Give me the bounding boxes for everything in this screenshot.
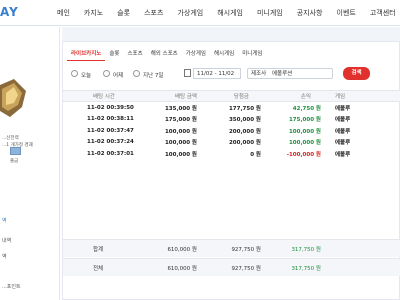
rank-emblem-icon bbox=[0, 79, 26, 117]
row-profit-loss: 100,000 원 bbox=[288, 140, 321, 147]
row-profit-loss: -100,000 원 bbox=[286, 151, 321, 158]
summary-label: 전체 bbox=[93, 265, 104, 272]
row-bet-time: 11-02 00:37:47 bbox=[87, 127, 134, 134]
tab-live-casino[interactable]: 라이브카지노 bbox=[67, 47, 106, 61]
summary-row-all: 전체 610,000 원 927,750 원 317,750 원 bbox=[63, 258, 400, 276]
betting-history-card: 라이브카지노 슬롯 스포츠 해외 스포츠 가상게임 해시게임 미니게임 오늘 어… bbox=[62, 41, 400, 300]
tab-sports[interactable]: 스포츠 bbox=[124, 47, 147, 61]
table-row: 11-02 00:38:11 175,000 원 350,000 원 175,000 … bbox=[63, 114, 400, 126]
row-bet-amount: 100,000 원 bbox=[164, 151, 197, 158]
table-row: 11-02 00:37:24 100,000 원 200,000 원 100,000 … bbox=[63, 137, 400, 149]
withdraw-label[interactable]: 출금 bbox=[10, 158, 18, 164]
nav-events[interactable]: 이벤트 bbox=[330, 0, 363, 26]
nav-hash-games[interactable]: 해시게임 bbox=[210, 0, 250, 26]
radio-yesterday-label[interactable]: 어제 bbox=[113, 71, 123, 79]
nav-support[interactable]: 고객센터 bbox=[363, 0, 400, 26]
summary-win: 927,750 원 bbox=[231, 246, 261, 253]
row-profit-loss: 100,000 원 bbox=[288, 128, 321, 135]
row-winnings: 350,000 원 bbox=[228, 117, 261, 124]
nav-notice[interactable]: 공지사항 bbox=[290, 0, 330, 26]
nav-casino[interactable]: 카지노 bbox=[77, 0, 110, 26]
tab-slot[interactable]: 슬롯 bbox=[105, 47, 123, 61]
row-bet-amount: 135,000 원 bbox=[164, 105, 197, 112]
summary-bet: 610,000 원 bbox=[167, 246, 197, 253]
row-bet-amount: 175,000 원 bbox=[164, 117, 197, 124]
provider-field[interactable]: 제조사 에볼루션 bbox=[247, 68, 333, 79]
row-game: 에볼루 bbox=[335, 140, 351, 147]
row-game: 에볼루 bbox=[335, 151, 351, 158]
row-bet-time: 11-02 00:39:50 bbox=[87, 104, 134, 111]
row-winnings: 177,750 원 bbox=[228, 105, 261, 112]
sidebar-user-line1: ...신전력 bbox=[2, 136, 19, 141]
header-winnings: 당첨금 bbox=[233, 94, 249, 100]
table-row: 11-02 00:37:01 100,000 원 0 원 -100,000 원 에볼루 bbox=[63, 148, 400, 160]
nav-sports[interactable]: 스포츠 bbox=[137, 0, 170, 26]
row-bet-time: 11-02 00:37:01 bbox=[87, 150, 134, 157]
provider-label: 제조사 bbox=[251, 71, 267, 77]
row-bet-time: 11-02 00:38:11 bbox=[87, 116, 134, 123]
header-bet-amount: 배팅 금액 bbox=[175, 94, 197, 100]
top-navigation: AY 메인 카지노 슬롯 스포츠 가상게임 해시게임 미니게임 공지사항 이벤트… bbox=[0, 0, 400, 26]
site-logo[interactable]: AY bbox=[0, 5, 19, 19]
radio-yesterday[interactable] bbox=[103, 70, 110, 77]
row-bet-time: 11-02 00:37:24 bbox=[87, 139, 134, 146]
provider-value: 에볼루션 bbox=[272, 71, 293, 77]
row-game: 에볼루 bbox=[335, 128, 351, 135]
sidebar-menu-2[interactable]: 내역 bbox=[2, 237, 11, 244]
row-bet-amount: 100,000 원 bbox=[164, 128, 197, 135]
row-winnings: 200,000 원 bbox=[228, 140, 261, 147]
table-body: 11-02 00:39:50 135,000 원 177,750 원 42,750 원… bbox=[63, 102, 400, 160]
tab-virtual-games[interactable]: 가상게임 bbox=[182, 47, 210, 61]
radio-last-7-days-label[interactable]: 지난 7일 bbox=[143, 71, 163, 79]
tab-mini-games[interactable]: 미니게임 bbox=[238, 47, 266, 61]
row-winnings: 200,000 원 bbox=[228, 128, 261, 135]
table-header: 배팅 시간 배팅 금액 당첨금 손익 게임 bbox=[63, 90, 400, 102]
row-bet-amount: 100,000 원 bbox=[164, 140, 197, 147]
summary-row-total: 합계 610,000 원 927,750 원 317,750 원 bbox=[63, 239, 400, 257]
row-game: 에볼루 bbox=[335, 105, 351, 112]
header-game: 게임 bbox=[335, 94, 346, 100]
tab-hash-games[interactable]: 해시게임 bbox=[210, 47, 238, 61]
radio-last-7-days[interactable] bbox=[133, 70, 140, 77]
summary-pnl: 317,750 원 bbox=[291, 246, 321, 253]
sidebar-menu-1[interactable]: 역 bbox=[2, 217, 7, 224]
header-profit-loss: 손익 bbox=[300, 94, 311, 100]
summary-win: 927,750 원 bbox=[231, 265, 261, 272]
summary-pnl: 317,750 원 bbox=[291, 265, 321, 272]
withdraw-icon[interactable] bbox=[10, 147, 21, 155]
main-menu: 메인 카지노 슬롯 스포츠 가상게임 해시게임 미니게임 공지사항 이벤트 고객… bbox=[50, 0, 400, 26]
nav-virtual-games[interactable]: 가상게임 bbox=[170, 0, 210, 26]
radio-today-label[interactable]: 오늘 bbox=[81, 71, 91, 79]
nav-mini-games[interactable]: 미니게임 bbox=[250, 0, 290, 26]
nav-slot[interactable]: 슬롯 bbox=[110, 0, 137, 26]
betting-table: 배팅 시간 배팅 금액 당첨금 손익 게임 11-02 00:39:50 135,… bbox=[63, 90, 400, 160]
date-range-input[interactable]: 11/02 - 11/02 bbox=[193, 68, 241, 79]
row-profit-loss: 175,000 원 bbox=[288, 117, 321, 124]
row-game: 에볼루 bbox=[335, 117, 351, 124]
filter-bar: 오늘 어제 지난 7일 11/02 - 11/02 제조사 에볼루션 검색 bbox=[67, 67, 397, 82]
summary-label: 합계 bbox=[93, 246, 104, 253]
game-tabs: 라이브카지노 슬롯 스포츠 해외 스포츠 가상게임 해시게임 미니게임 bbox=[67, 47, 267, 61]
calendar-icon[interactable] bbox=[184, 69, 191, 77]
row-profit-loss: 42,750 원 bbox=[292, 105, 321, 112]
header-bet-time: 배팅 시간 bbox=[93, 94, 115, 100]
row-winnings: 0 원 bbox=[250, 151, 261, 158]
nav-main[interactable]: 메인 bbox=[50, 0, 77, 26]
tab-overseas-sports[interactable]: 해외 스포츠 bbox=[147, 47, 182, 61]
sidebar-menu-4[interactable]: ...포인트 bbox=[2, 283, 21, 290]
main-content: 라이브카지노 슬롯 스포츠 해외 스포츠 가상게임 해시게임 미니게임 오늘 어… bbox=[62, 27, 400, 300]
sidebar-menu-3[interactable]: 역 bbox=[2, 253, 7, 260]
table-row: 11-02 00:39:50 135,000 원 177,750 원 42,750 원… bbox=[63, 102, 400, 114]
summary-bet: 610,000 원 bbox=[167, 265, 197, 272]
sidebar: ...신전력 ...1 개가정 경괘 출금 역 내역 역 ...포인트 bbox=[0, 27, 60, 300]
search-button[interactable]: 검색 bbox=[343, 67, 370, 80]
radio-today[interactable] bbox=[71, 70, 78, 77]
table-row: 11-02 00:37:47 100,000 원 200,000 원 100,000 … bbox=[63, 125, 400, 137]
